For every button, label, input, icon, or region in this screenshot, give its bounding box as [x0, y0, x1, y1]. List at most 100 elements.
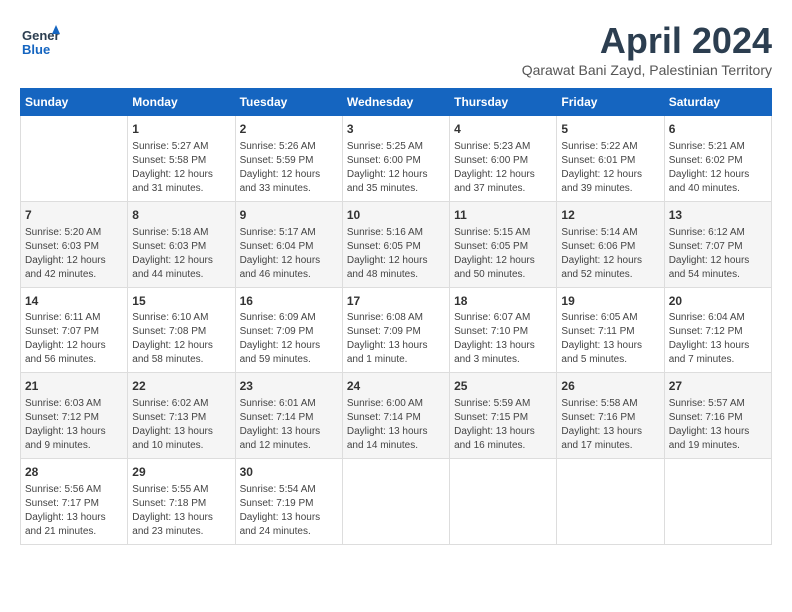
calendar-cell: 16Sunrise: 6:09 AM Sunset: 7:09 PM Dayli…	[235, 287, 342, 373]
calendar-cell	[557, 459, 664, 545]
calendar-cell: 13 Sunrise: 6:12 AM Sunset: 7:07 PM Dayli…	[664, 201, 771, 287]
column-header-tuesday: Tuesday	[235, 89, 342, 116]
day-info: Sunrise: 5:17 AM Sunset: 6:04 PM Dayligh…	[240, 226, 338, 282]
week-row-4: 28 Sunrise: 5:56 AM Sunset: 7:17 PM Dayli…	[21, 459, 772, 545]
day-number: 4	[454, 121, 552, 138]
calendar-header-row: SundayMondayTuesdayWednesdayThursdayFrid…	[21, 89, 772, 116]
calendar-cell: 24 Sunrise: 6:00 AM Sunset: 7:14 PM Dayli…	[342, 373, 449, 459]
day-number: 29	[132, 464, 230, 481]
day-info: Sunrise: 6:07 AM Sunset: 7:10 PM Dayligh…	[454, 311, 552, 367]
day-number: 1	[132, 121, 230, 138]
calendar-cell: 6Sunrise: 5:21 AM Sunset: 6:02 PM Daylig…	[664, 116, 771, 202]
day-number: 13	[669, 207, 767, 224]
week-row-0: 1 Sunrise: 5:27 AM Sunset: 5:58 PM Daylig…	[21, 116, 772, 202]
logo: General Blue	[20, 20, 60, 60]
day-info: Sunrise: 5:20 AM Sunset: 6:03 PM Dayligh…	[25, 226, 123, 282]
page-header: General Blue April 2024 Qarawat Bani Zay…	[20, 20, 772, 78]
day-number: 6	[669, 121, 767, 138]
calendar-cell: 4Sunrise: 5:23 AM Sunset: 6:00 PM Daylig…	[450, 116, 557, 202]
calendar-cell: 3Sunrise: 5:25 AM Sunset: 6:00 PM Daylig…	[342, 116, 449, 202]
day-number: 20	[669, 293, 767, 310]
day-number: 15	[132, 293, 230, 310]
day-number: 19	[561, 293, 659, 310]
day-info: Sunrise: 5:59 AM Sunset: 7:15 PM Dayligh…	[454, 397, 552, 453]
column-header-friday: Friday	[557, 89, 664, 116]
day-info: Sunrise: 6:01 AM Sunset: 7:14 PM Dayligh…	[240, 397, 338, 453]
calendar-cell: 8 Sunrise: 5:18 AM Sunset: 6:03 PM Daylig…	[128, 201, 235, 287]
column-header-saturday: Saturday	[664, 89, 771, 116]
day-number: 10	[347, 207, 445, 224]
calendar-cell: 10Sunrise: 5:16 AM Sunset: 6:05 PM Dayli…	[342, 201, 449, 287]
calendar-cell: 5 Sunrise: 5:22 AM Sunset: 6:01 PM Daylig…	[557, 116, 664, 202]
calendar-cell: 30 Sunrise: 5:54 AM Sunset: 7:19 PM Dayli…	[235, 459, 342, 545]
calendar-cell: 15Sunrise: 6:10 AM Sunset: 7:08 PM Dayli…	[128, 287, 235, 373]
column-header-thursday: Thursday	[450, 89, 557, 116]
column-header-monday: Monday	[128, 89, 235, 116]
day-info: Sunrise: 5:55 AM Sunset: 7:18 PM Dayligh…	[132, 483, 230, 539]
week-row-2: 14Sunrise: 6:11 AM Sunset: 7:07 PM Dayli…	[21, 287, 772, 373]
day-info: Sunrise: 5:54 AM Sunset: 7:19 PM Dayligh…	[240, 483, 338, 539]
day-info: Sunrise: 6:08 AM Sunset: 7:09 PM Dayligh…	[347, 311, 445, 367]
day-number: 28	[25, 464, 123, 481]
day-info: Sunrise: 5:18 AM Sunset: 6:03 PM Dayligh…	[132, 226, 230, 282]
calendar-cell: 18Sunrise: 6:07 AM Sunset: 7:10 PM Dayli…	[450, 287, 557, 373]
day-info: Sunrise: 6:04 AM Sunset: 7:12 PM Dayligh…	[669, 311, 767, 367]
day-info: Sunrise: 5:56 AM Sunset: 7:17 PM Dayligh…	[25, 483, 123, 539]
day-number: 14	[25, 293, 123, 310]
week-row-1: 7 Sunrise: 5:20 AM Sunset: 6:03 PM Daylig…	[21, 201, 772, 287]
calendar-cell: 25 Sunrise: 5:59 AM Sunset: 7:15 PM Dayli…	[450, 373, 557, 459]
calendar-cell: 20Sunrise: 6:04 AM Sunset: 7:12 PM Dayli…	[664, 287, 771, 373]
day-number: 17	[347, 293, 445, 310]
day-number: 27	[669, 378, 767, 395]
week-row-3: 21Sunrise: 6:03 AM Sunset: 7:12 PM Dayli…	[21, 373, 772, 459]
day-number: 2	[240, 121, 338, 138]
day-number: 30	[240, 464, 338, 481]
day-number: 16	[240, 293, 338, 310]
day-number: 22	[132, 378, 230, 395]
calendar-cell	[21, 116, 128, 202]
day-number: 7	[25, 207, 123, 224]
calendar-cell: 17Sunrise: 6:08 AM Sunset: 7:09 PM Dayli…	[342, 287, 449, 373]
calendar-cell: 19Sunrise: 6:05 AM Sunset: 7:11 PM Dayli…	[557, 287, 664, 373]
calendar-cell: 21Sunrise: 6:03 AM Sunset: 7:12 PM Dayli…	[21, 373, 128, 459]
day-number: 12	[561, 207, 659, 224]
day-number: 3	[347, 121, 445, 138]
calendar-cell: 1 Sunrise: 5:27 AM Sunset: 5:58 PM Daylig…	[128, 116, 235, 202]
column-header-wednesday: Wednesday	[342, 89, 449, 116]
column-header-sunday: Sunday	[21, 89, 128, 116]
calendar-cell: 29 Sunrise: 5:55 AM Sunset: 7:18 PM Dayli…	[128, 459, 235, 545]
day-info: Sunrise: 6:12 AM Sunset: 7:07 PM Dayligh…	[669, 226, 767, 282]
calendar-cell: 2 Sunrise: 5:26 AM Sunset: 5:59 PM Daylig…	[235, 116, 342, 202]
day-info: Sunrise: 6:10 AM Sunset: 7:08 PM Dayligh…	[132, 311, 230, 367]
day-info: Sunrise: 6:00 AM Sunset: 7:14 PM Dayligh…	[347, 397, 445, 453]
day-info: Sunrise: 5:22 AM Sunset: 6:01 PM Dayligh…	[561, 140, 659, 196]
day-number: 5	[561, 121, 659, 138]
calendar-cell: 26Sunrise: 5:58 AM Sunset: 7:16 PM Dayli…	[557, 373, 664, 459]
svg-text:Blue: Blue	[22, 42, 50, 57]
title-area: April 2024 Qarawat Bani Zayd, Palestinia…	[522, 20, 772, 78]
calendar-cell: 12Sunrise: 5:14 AM Sunset: 6:06 PM Dayli…	[557, 201, 664, 287]
day-info: Sunrise: 6:02 AM Sunset: 7:13 PM Dayligh…	[132, 397, 230, 453]
day-info: Sunrise: 5:58 AM Sunset: 7:16 PM Dayligh…	[561, 397, 659, 453]
day-info: Sunrise: 5:26 AM Sunset: 5:59 PM Dayligh…	[240, 140, 338, 196]
day-info: Sunrise: 6:09 AM Sunset: 7:09 PM Dayligh…	[240, 311, 338, 367]
day-number: 18	[454, 293, 552, 310]
calendar-cell: 27 Sunrise: 5:57 AM Sunset: 7:16 PM Dayli…	[664, 373, 771, 459]
day-info: Sunrise: 6:03 AM Sunset: 7:12 PM Dayligh…	[25, 397, 123, 453]
day-number: 23	[240, 378, 338, 395]
day-number: 24	[347, 378, 445, 395]
calendar-table: SundayMondayTuesdayWednesdayThursdayFrid…	[20, 88, 772, 545]
day-number: 25	[454, 378, 552, 395]
day-info: Sunrise: 5:27 AM Sunset: 5:58 PM Dayligh…	[132, 140, 230, 196]
day-number: 11	[454, 207, 552, 224]
day-info: Sunrise: 5:15 AM Sunset: 6:05 PM Dayligh…	[454, 226, 552, 282]
calendar-cell: 22 Sunrise: 6:02 AM Sunset: 7:13 PM Dayli…	[128, 373, 235, 459]
calendar-cell: 14Sunrise: 6:11 AM Sunset: 7:07 PM Dayli…	[21, 287, 128, 373]
calendar-cell: 11 Sunrise: 5:15 AM Sunset: 6:05 PM Dayli…	[450, 201, 557, 287]
calendar-cell: 28 Sunrise: 5:56 AM Sunset: 7:17 PM Dayli…	[21, 459, 128, 545]
day-info: Sunrise: 6:11 AM Sunset: 7:07 PM Dayligh…	[25, 311, 123, 367]
day-info: Sunrise: 5:57 AM Sunset: 7:16 PM Dayligh…	[669, 397, 767, 453]
location: Qarawat Bani Zayd, Palestinian Territory	[522, 62, 772, 78]
day-number: 8	[132, 207, 230, 224]
calendar-cell	[450, 459, 557, 545]
